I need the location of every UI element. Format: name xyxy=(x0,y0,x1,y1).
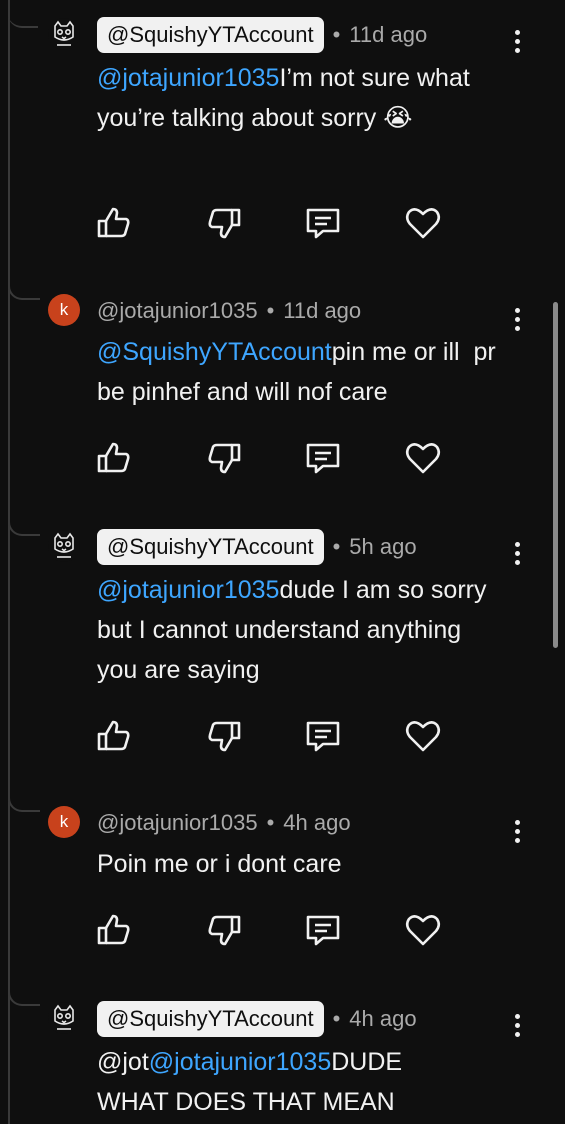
reply-icon[interactable] xyxy=(303,910,343,950)
avatar[interactable] xyxy=(48,1002,80,1034)
comment-actions xyxy=(94,716,454,756)
thumbs-down-icon[interactable] xyxy=(204,910,244,950)
thumbs-up-icon[interactable] xyxy=(94,716,134,756)
mention-link[interactable]: @jotajunior1035 xyxy=(97,576,279,604)
thumbs-down-icon[interactable] xyxy=(204,203,244,243)
heart-icon[interactable] xyxy=(403,203,443,243)
more-vertical-icon[interactable] xyxy=(503,23,531,59)
author-name[interactable]: @jotajunior1035 xyxy=(97,298,258,324)
timestamp: 11d ago xyxy=(283,298,362,323)
separator: • xyxy=(332,534,341,559)
thumbs-up-icon[interactable] xyxy=(94,438,134,478)
author-badge[interactable]: @SquishyYTAccount xyxy=(97,529,324,565)
avatar-letter: k xyxy=(59,812,69,831)
thumbs-up-icon[interactable] xyxy=(94,910,134,950)
timestamp: 11d ago xyxy=(349,22,428,47)
author-badge[interactable]: @SquishyYTAccount xyxy=(97,17,324,53)
comment-header: @jotajunior1035 • 4h ago xyxy=(97,805,351,841)
reply-icon[interactable] xyxy=(303,203,343,243)
comment-actions xyxy=(94,203,454,243)
comment-actions xyxy=(94,438,454,478)
separator: • xyxy=(332,22,341,47)
scrollbar-thumb[interactable] xyxy=(553,302,558,648)
comment-header: @SquishyYTAccount • 4h ago xyxy=(97,1001,417,1037)
mention-link[interactable]: @jotajunior1035 xyxy=(149,1048,331,1076)
comment-body: Poin me or i dont care xyxy=(97,850,342,878)
comment-text: @SquishyYTAccountpin me or ill pr be pin… xyxy=(97,332,527,412)
heart-icon[interactable] xyxy=(403,438,443,478)
thread-connector xyxy=(8,276,40,300)
thread-connector xyxy=(8,982,40,1006)
thread-line xyxy=(8,0,10,1124)
avatar[interactable]: k xyxy=(48,294,80,326)
mention-link[interactable]: @SquishyYTAccount xyxy=(97,338,332,366)
author-badge[interactable]: @SquishyYTAccount xyxy=(97,1001,324,1037)
avatar[interactable] xyxy=(48,530,80,562)
separator: • xyxy=(266,298,275,323)
more-vertical-icon[interactable] xyxy=(503,535,531,571)
cat-outline-icon xyxy=(54,532,74,558)
avatar[interactable]: k xyxy=(48,806,80,838)
reply-icon[interactable] xyxy=(303,716,343,756)
mention-link[interactable]: @jotajunior1035 xyxy=(97,64,279,92)
comment-prefix: @jot xyxy=(97,1048,149,1076)
comment-text: @jotajunior1035dude I am so sorry but I … xyxy=(97,570,497,690)
timestamp: 5h ago xyxy=(349,534,417,559)
thread-connector xyxy=(8,0,38,28)
heart-icon[interactable] xyxy=(403,910,443,950)
thumbs-down-icon[interactable] xyxy=(204,716,244,756)
thumbs-down-icon[interactable] xyxy=(204,438,244,478)
comment-header: @jotajunior1035 • 11d ago xyxy=(97,293,361,329)
thread-connector xyxy=(8,512,40,536)
cat-outline-icon xyxy=(54,20,74,46)
comment-actions xyxy=(94,910,454,950)
avatar[interactable] xyxy=(48,18,80,50)
comment-text: @jot@jotajunior1035DUDE WHAT DOES THAT M… xyxy=(97,1042,457,1122)
heart-icon[interactable] xyxy=(403,716,443,756)
author-name[interactable]: @jotajunior1035 xyxy=(97,810,258,836)
reply-icon[interactable] xyxy=(303,438,343,478)
more-vertical-icon[interactable] xyxy=(503,1007,531,1043)
comment-text: Poin me or i dont care xyxy=(97,844,517,884)
timestamp: 4h ago xyxy=(283,810,351,835)
timestamp: 4h ago xyxy=(349,1006,417,1031)
comment-header: @SquishyYTAccount • 5h ago xyxy=(97,529,417,565)
avatar-letter: k xyxy=(59,300,69,319)
separator: • xyxy=(332,1006,341,1031)
thread-connector xyxy=(8,788,40,812)
comment-text: @jotajunior1035I’m not sure what you’re … xyxy=(97,58,517,138)
separator: • xyxy=(266,810,275,835)
thumbs-up-icon[interactable] xyxy=(94,203,134,243)
comment-header: @SquishyYTAccount • 11d ago xyxy=(97,17,427,53)
cat-outline-icon xyxy=(54,1004,74,1030)
